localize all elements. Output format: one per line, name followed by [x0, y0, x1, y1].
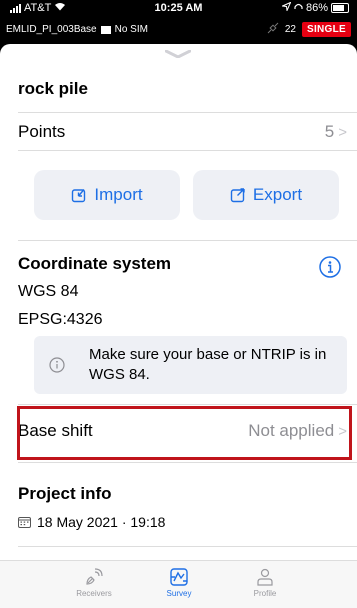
coordinate-system-title: Coordinate system [18, 254, 172, 273]
project-title: rock pile [18, 79, 88, 98]
receiver-name: EMLID_PI_003Base [6, 24, 97, 35]
satellite-count: 22 [284, 24, 296, 35]
divider [18, 150, 357, 151]
export-button[interactable]: Export [193, 170, 339, 220]
status-right: 86% [280, 1, 349, 14]
export-icon [230, 187, 246, 203]
status-bar: AT&T 10:25 AM 86% [0, 0, 357, 16]
receiver-info: EMLID_PI_003Base No SIM [6, 24, 148, 35]
chevron-right-icon: > [338, 123, 347, 141]
highlight-box [17, 406, 352, 460]
receivers-icon [86, 568, 103, 585]
tab-receivers[interactable]: Receivers [49, 567, 139, 598]
battery-icon [331, 3, 349, 13]
project-date: 18 May 2021 · 19:18 [37, 514, 166, 530]
wgs-note-text: Make sure your base or NTRIP is in WGS 8… [89, 346, 327, 383]
headphones-icon [294, 2, 303, 14]
survey-icon [170, 568, 188, 586]
receiver-bar[interactable]: EMLID_PI_003Base No SIM 22 SINGLE [0, 18, 357, 42]
coordinate-system-epsg: EPSG:4326 [18, 311, 103, 328]
points-label: Points [18, 122, 66, 141]
points-value: 5 > [325, 122, 347, 142]
satellite-icon [267, 22, 279, 37]
receiver-status: 22 SINGLE [267, 22, 351, 37]
divider [18, 404, 357, 405]
sim-icon [100, 25, 111, 34]
location-icon [280, 1, 292, 14]
tab-bar: Receivers Survey Profile [0, 560, 357, 608]
battery-percent: 86% [305, 2, 328, 14]
coordinate-system-name: WGS 84 [18, 283, 79, 300]
tab-survey-label: Survey [166, 589, 192, 598]
info-circle-icon [49, 357, 65, 373]
tab-profile-label: Profile [253, 589, 277, 598]
calendar-icon [18, 517, 31, 528]
project-sheet: rock pile Points 5 > Import Export Coord… [0, 44, 357, 607]
sim-status: No SIM [114, 24, 148, 35]
sheet-grabber[interactable] [165, 50, 191, 58]
import-button[interactable]: Import [34, 170, 180, 220]
wgs-note: Make sure your base or NTRIP is in WGS 8… [34, 336, 347, 394]
divider [18, 112, 357, 113]
divider [18, 546, 357, 547]
project-info-title: Project info [18, 484, 112, 503]
profile-icon [257, 568, 273, 586]
info-icon[interactable] [319, 256, 341, 278]
tab-profile[interactable]: Profile [220, 567, 310, 598]
tab-receivers-label: Receivers [76, 589, 112, 598]
tab-survey[interactable]: Survey [134, 567, 224, 598]
import-label: Import [94, 185, 143, 204]
points-count: 5 [324, 122, 335, 141]
points-row[interactable]: Points 5 > [18, 116, 347, 148]
divider [18, 240, 357, 241]
solution-badge: SINGLE [301, 22, 351, 37]
divider [18, 462, 357, 463]
import-icon [71, 187, 87, 203]
export-label: Export [252, 185, 303, 204]
project-date-row: 18 May 2021 · 19:18 [18, 514, 165, 530]
